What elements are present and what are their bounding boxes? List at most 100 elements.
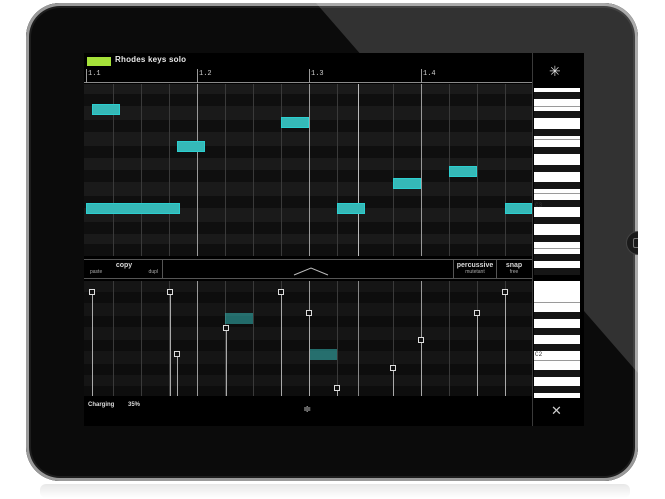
note-block[interactable] <box>337 203 365 214</box>
black-key[interactable] <box>534 344 580 351</box>
white-key-divider <box>534 248 580 249</box>
black-key[interactable] <box>534 312 580 319</box>
playhead-line[interactable] <box>358 84 359 256</box>
white-key-divider <box>534 193 580 194</box>
black-key[interactable] <box>534 111 580 118</box>
grid-line <box>337 281 338 396</box>
grid-line <box>477 84 478 256</box>
black-key[interactable] <box>534 165 580 172</box>
device-reflection <box>40 484 630 498</box>
row-band <box>84 222 532 234</box>
grid-line <box>169 84 170 256</box>
black-key[interactable] <box>534 217 580 224</box>
velocity-handle[interactable] <box>278 289 284 295</box>
note-block[interactable] <box>177 141 205 152</box>
duplicate-label[interactable]: dupl <box>149 269 158 275</box>
velocity-handle[interactable] <box>418 337 424 343</box>
copy-button[interactable]: copy paste dupl <box>86 260 162 278</box>
key-label-c3: C3 <box>535 202 543 209</box>
track-color-swatch[interactable] <box>87 57 111 66</box>
note-block[interactable] <box>92 104 120 115</box>
edit-toolbar: copy paste dupl percussive mutetant snap… <box>84 259 532 279</box>
row-band <box>84 386 532 396</box>
white-key-divider <box>534 302 580 303</box>
toolbar-divider <box>162 260 163 278</box>
bar-tick <box>421 69 422 83</box>
grid-line <box>393 84 394 256</box>
row-band <box>84 244 532 256</box>
bar-label: 1.4 <box>423 70 436 78</box>
bar-tick <box>197 69 198 83</box>
note-block[interactable] <box>281 117 309 128</box>
bar-line <box>309 84 310 256</box>
percussive-label: percussive <box>456 262 494 269</box>
velocity-note-highlight <box>225 313 253 324</box>
app-screen: Rhodes keys solo 1.1 1.2 1.3 1.4 copy pa… <box>84 53 584 426</box>
black-key[interactable] <box>534 254 580 261</box>
drag-handle-icon[interactable]: ≑ <box>303 404 311 415</box>
white-key-divider <box>534 106 580 107</box>
row-band <box>84 146 532 158</box>
percussive-button[interactable]: percussive mutetant <box>454 260 496 278</box>
velocity-stem <box>281 291 282 396</box>
white-key-divider <box>534 139 580 140</box>
velocity-handle[interactable] <box>167 289 173 295</box>
bar-label: 1.3 <box>311 70 324 78</box>
copy-sub-labels: paste dupl <box>86 269 162 275</box>
snap-button[interactable]: snap free <box>497 260 531 278</box>
velocity-stem <box>505 291 506 396</box>
black-key[interactable] <box>534 235 580 242</box>
black-key[interactable] <box>534 182 580 189</box>
chevron-up-icon[interactable] <box>293 266 329 276</box>
playhead-line <box>358 281 359 396</box>
grid-line <box>253 84 254 256</box>
black-key[interactable] <box>534 370 580 377</box>
snap-label: snap <box>505 262 523 269</box>
velocity-handle[interactable] <box>474 310 480 316</box>
velocity-handle[interactable] <box>390 365 396 371</box>
velocity-stem <box>393 367 394 396</box>
charging-label: Charging <box>88 402 115 408</box>
grid-line <box>113 281 114 396</box>
snowflake-icon[interactable]: ✳ <box>549 63 561 80</box>
velocity-handle[interactable] <box>223 325 229 331</box>
velocity-lane[interactable] <box>84 281 532 396</box>
black-key[interactable] <box>534 328 580 335</box>
grid-line <box>141 84 142 256</box>
close-icon[interactable]: ✕ <box>551 403 562 419</box>
velocity-stem <box>177 353 178 396</box>
keyboard-gap <box>534 275 580 281</box>
row-band <box>84 340 532 351</box>
piano-roll-grid[interactable] <box>84 84 532 256</box>
black-key[interactable] <box>534 268 580 275</box>
grid-line <box>505 84 506 256</box>
timeline-ruler[interactable]: 1.1 1.2 1.3 1.4 <box>84 69 532 83</box>
row-band <box>84 94 532 106</box>
black-key[interactable] <box>534 386 580 393</box>
bar-label: 1.2 <box>199 70 212 78</box>
velocity-handle[interactable] <box>334 385 340 391</box>
percussive-sub-label: mutetant <box>465 269 485 275</box>
black-key[interactable] <box>534 129 580 136</box>
bar-tick <box>86 69 87 83</box>
track-title[interactable]: Rhodes keys solo <box>115 55 186 64</box>
black-key[interactable] <box>534 92 580 99</box>
white-key-divider <box>534 360 580 361</box>
velocity-handle[interactable] <box>174 351 180 357</box>
black-key[interactable] <box>534 147 580 154</box>
piano-keyboard[interactable]: C3 C2 <box>534 88 580 398</box>
grid-line <box>225 84 226 256</box>
grid-line <box>337 84 338 256</box>
note-block[interactable] <box>505 203 532 214</box>
note-block[interactable] <box>86 203 180 214</box>
note-block[interactable] <box>393 178 421 189</box>
velocity-handle[interactable] <box>306 310 312 316</box>
home-button[interactable] <box>626 231 638 255</box>
velocity-handle[interactable] <box>502 289 508 295</box>
bar-line <box>197 84 198 256</box>
paste-label[interactable]: paste <box>90 269 102 275</box>
bar-line <box>421 84 422 256</box>
battery-level: 35% <box>128 402 141 408</box>
velocity-handle[interactable] <box>89 289 95 295</box>
note-block[interactable] <box>449 166 477 177</box>
